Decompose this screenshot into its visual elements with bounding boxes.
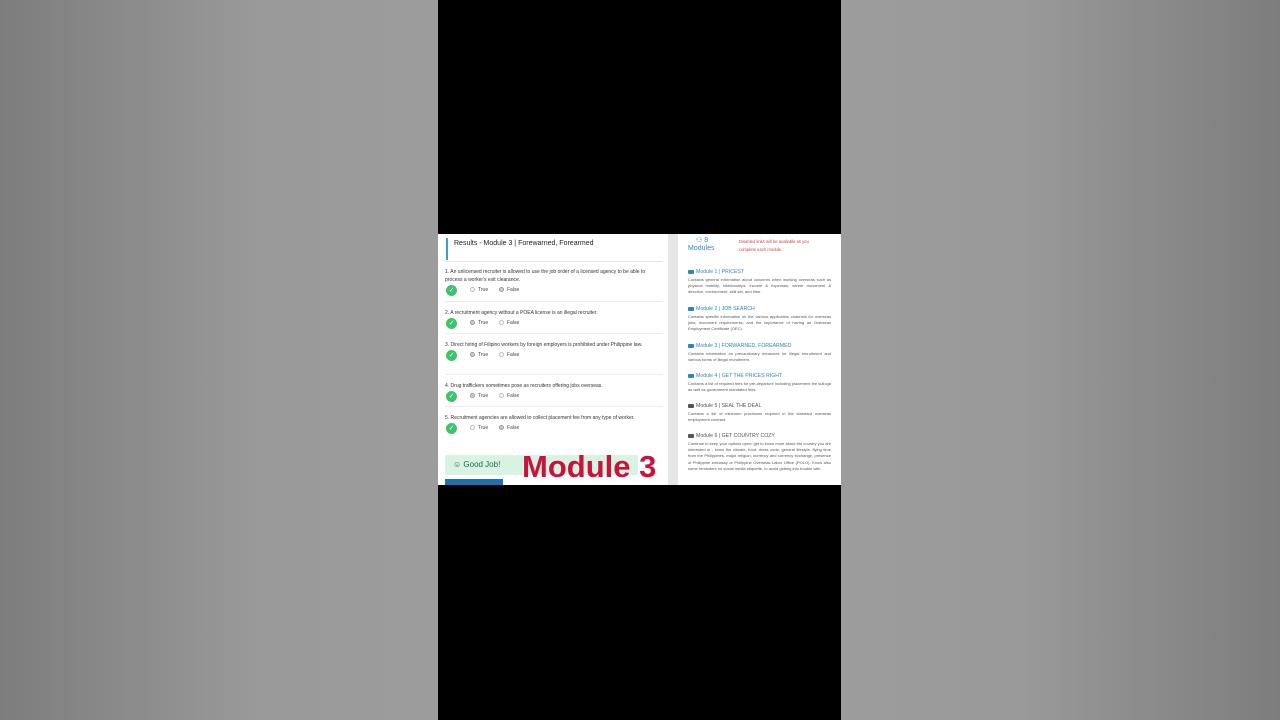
- modules-count: 8: [704, 237, 709, 244]
- radio-icon[interactable]: [499, 425, 504, 431]
- module-item[interactable]: Module 3 | FORWARNED, FOREARMED Contains…: [688, 342, 831, 363]
- question-item: 4. Drug traffickers sometimes pose as re…: [445, 382, 663, 403]
- module-item[interactable]: Module 2 | JOB SEARCH Contains specific …: [688, 305, 831, 333]
- divider: [445, 406, 663, 407]
- folder-icon: [688, 269, 694, 274]
- modules-note: Disabled links will be available as you …: [739, 239, 809, 252]
- modules-heading: ⚇ 8 Modules: [688, 237, 728, 253]
- module-description: Contains a list of required fees for pre…: [688, 381, 831, 393]
- module-link[interactable]: Module 4 | GET THE PRICES RIGHT: [688, 372, 831, 380]
- module-item: Module 5 | SEAL THE DEAL Contains a list…: [688, 402, 831, 423]
- modules-panel: ⚇ 8 Modules Disabled links will be avail…: [678, 234, 841, 485]
- module-description: Contains specific information on the var…: [688, 314, 831, 332]
- module-description: Contains a list of minimum provisions re…: [688, 411, 831, 423]
- divider: [445, 374, 663, 375]
- module-link-disabled: Module 6 | GET COUNTRY COZY: [688, 432, 831, 440]
- check-icon: ✓: [446, 318, 457, 329]
- radio-icon[interactable]: [470, 393, 475, 399]
- module-link[interactable]: Module 2 | JOB SEARCH: [688, 305, 831, 313]
- divider: [445, 301, 663, 302]
- radio-icon[interactable]: [499, 352, 504, 358]
- module-item[interactable]: Module 1 | PRICEST Contains general info…: [688, 268, 831, 296]
- screen-recording: Results - Module 3 | Forewarned, Forearm…: [438, 234, 841, 485]
- option-false[interactable]: False: [499, 393, 519, 400]
- module-item[interactable]: Module 4 | GET THE PRICES RIGHT Contains…: [688, 372, 831, 393]
- module-item: Module 6 | GET COUNTRY COZY Continue to …: [688, 432, 831, 472]
- folder-icon: [688, 306, 694, 311]
- modules-title: Modules: [688, 245, 715, 252]
- radio-icon[interactable]: [470, 425, 475, 431]
- question-item: 1. An unlicensed recruiter is allowed to…: [445, 268, 663, 297]
- good-job-label: ☺ Good Job!: [453, 460, 501, 469]
- option-true[interactable]: True: [470, 393, 488, 400]
- results-panel: Results - Module 3 | Forewarned, Forearm…: [438, 234, 668, 485]
- folder-icon: [688, 403, 694, 408]
- module-link-disabled: Module 5 | SEAL THE DEAL: [688, 402, 831, 410]
- option-false[interactable]: False: [499, 320, 519, 327]
- option-true[interactable]: True: [470, 425, 488, 432]
- option-false[interactable]: False: [499, 287, 519, 294]
- blurred-background-left: [0, 0, 438, 720]
- smile-icon: ☺: [453, 460, 464, 469]
- divider: [445, 261, 663, 262]
- divider: [445, 333, 663, 334]
- question-text: 4. Drug traffickers sometimes pose as re…: [445, 383, 603, 389]
- option-true[interactable]: True: [470, 287, 488, 294]
- results-title: Results - Module 3 | Forewarned, Forearm…: [446, 238, 656, 260]
- option-false[interactable]: False: [499, 352, 519, 359]
- module-description: Contains general information about conce…: [688, 277, 831, 295]
- radio-icon[interactable]: [470, 352, 475, 358]
- option-true[interactable]: True: [470, 352, 488, 359]
- radio-icon[interactable]: [499, 287, 504, 293]
- blurred-background-right: [841, 0, 1280, 720]
- folder-icon: [688, 433, 694, 438]
- question-item: 5. Recruitment agencies are allowed to c…: [445, 414, 663, 435]
- check-icon: ✓: [446, 350, 457, 361]
- module-description: Contains information on precautionary me…: [688, 351, 831, 363]
- radio-icon[interactable]: [499, 320, 504, 326]
- module-link[interactable]: Module 3 | FORWARNED, FOREARMED: [688, 342, 831, 350]
- option-false[interactable]: False: [499, 425, 519, 432]
- folder-icon: [688, 343, 694, 348]
- radio-icon[interactable]: [470, 287, 475, 293]
- check-icon: ✓: [446, 391, 457, 402]
- question-item: 3. Direct hiring of Filipino workers by …: [445, 341, 663, 362]
- question-item: 2. A recruitment agency without a POEA l…: [445, 309, 663, 330]
- question-text: 3. Direct hiring of Filipino workers by …: [445, 342, 643, 348]
- folder-icon: [688, 373, 694, 378]
- video-caption: Module 3: [522, 449, 657, 484]
- question-text: 5. Recruitment agencies are allowed to c…: [445, 415, 635, 421]
- check-icon: ✓: [446, 423, 457, 434]
- module-link[interactable]: Module 1 | PRICEST: [688, 268, 831, 276]
- option-true[interactable]: True: [470, 320, 488, 327]
- question-text: 1. An unlicensed recruiter is allowed to…: [445, 269, 646, 283]
- check-icon: ✓: [446, 285, 457, 296]
- radio-icon[interactable]: [499, 393, 504, 399]
- continue-button[interactable]: [445, 479, 503, 485]
- radio-icon[interactable]: [470, 320, 475, 326]
- module-description: Continue to keep your options open: get …: [688, 441, 831, 471]
- question-text: 2. A recruitment agency without a POEA l…: [445, 310, 598, 316]
- users-icon: ⚇: [696, 237, 705, 244]
- panel-scrollbar[interactable]: [668, 234, 678, 485]
